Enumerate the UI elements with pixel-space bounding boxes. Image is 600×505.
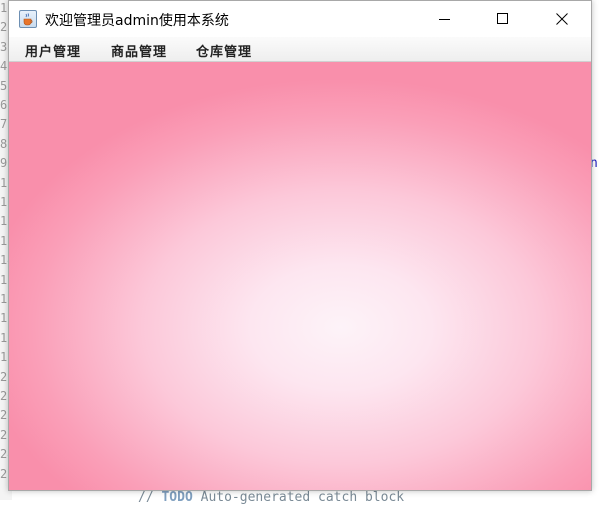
background-code-line: // TODO Auto-generated catch block: [138, 490, 404, 505]
title-bar[interactable]: 欢迎管理员admin使用本系统: [9, 1, 591, 37]
minimize-button[interactable]: [416, 1, 474, 37]
main-content-panel: [9, 62, 591, 490]
java-cup-icon[interactable]: [19, 10, 37, 28]
menu-bar: 用户管理 商品管理 仓库管理: [9, 37, 591, 62]
close-icon: [556, 13, 568, 25]
maximize-icon: [497, 13, 508, 24]
menu-warehouse-management[interactable]: 仓库管理: [196, 41, 252, 60]
minimize-icon: [439, 19, 450, 20]
code-comment-prefix: //: [138, 490, 162, 505]
window-title: 欢迎管理员admin使用本系统: [45, 13, 229, 29]
menu-goods-management[interactable]: 商品管理: [111, 41, 167, 60]
menu-user-management[interactable]: 用户管理: [25, 41, 81, 60]
app-window: 欢迎管理员admin使用本系统 用户管理 商品管理 仓库管理: [8, 0, 592, 491]
code-todo-keyword: TODO: [161, 490, 193, 505]
code-comment-text: Auto-generated catch block: [192, 490, 405, 505]
maximize-button[interactable]: [474, 1, 532, 37]
close-button[interactable]: [533, 1, 591, 37]
